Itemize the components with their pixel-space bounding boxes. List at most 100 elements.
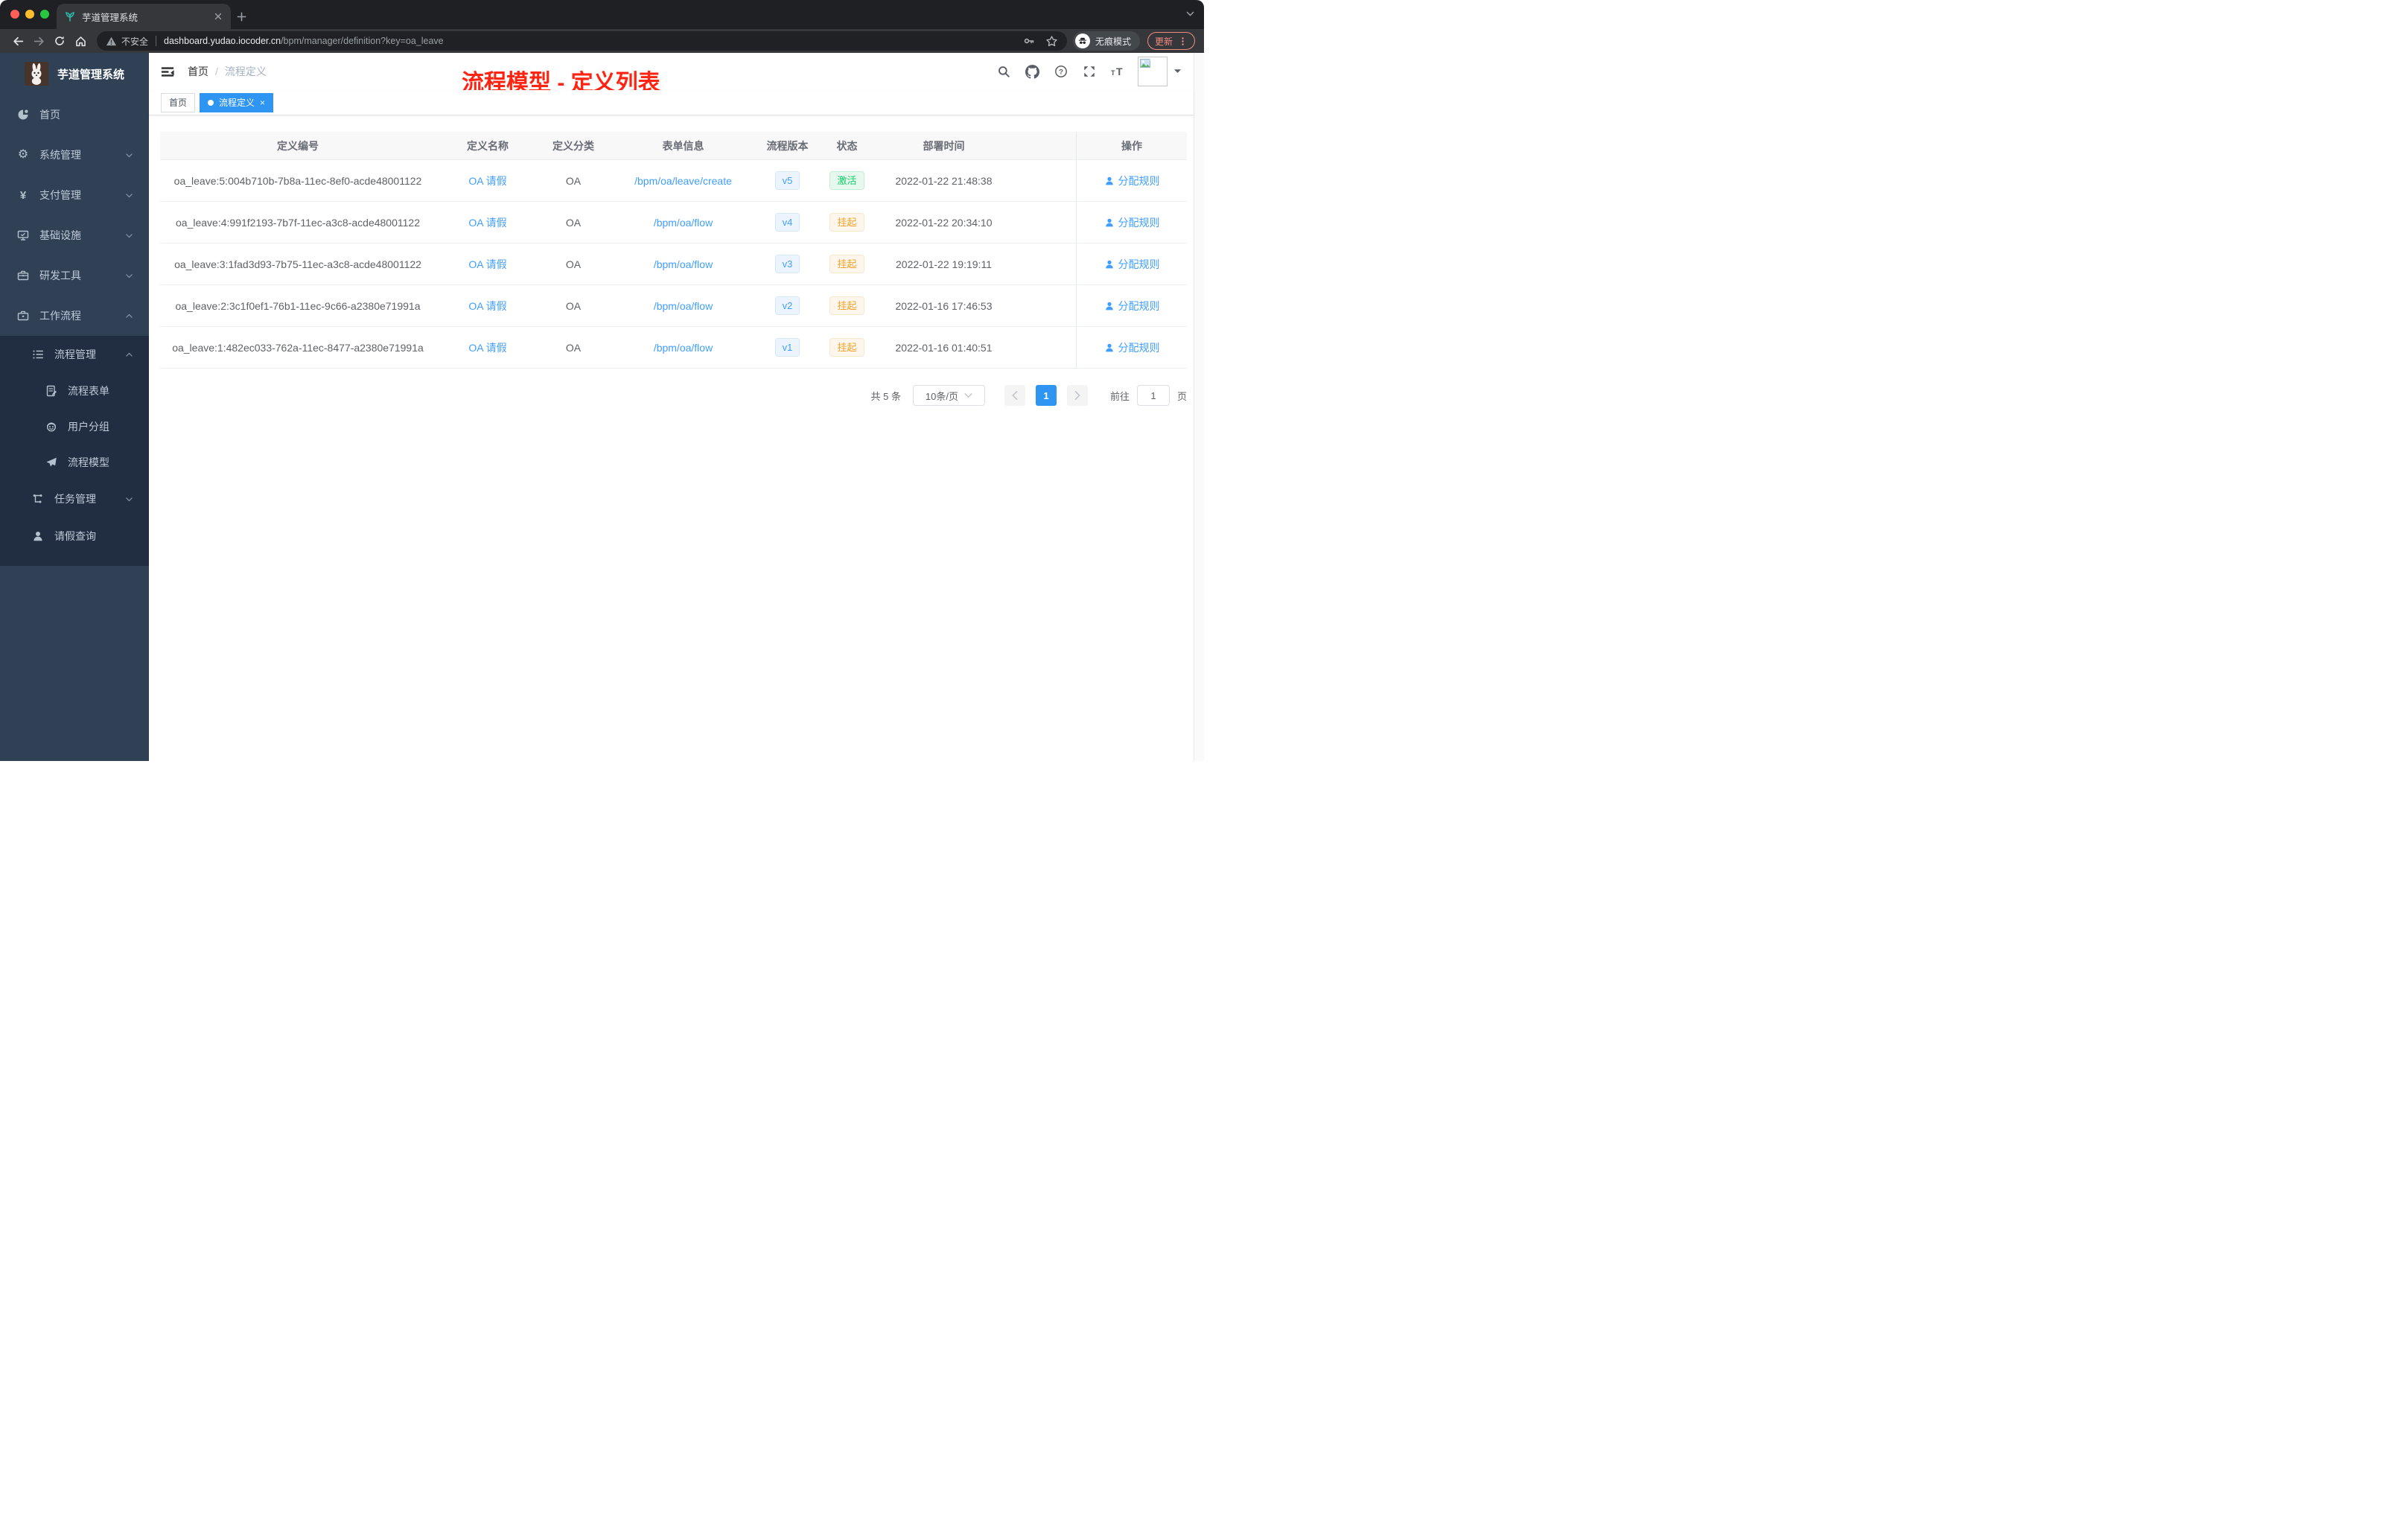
yen-icon: ¥ [19, 188, 27, 202]
sidebar-item-系统管理[interactable]: ⚙ 系统管理 [0, 135, 149, 175]
user-icon [1104, 217, 1115, 228]
browser-tab[interactable]: 芋道管理系统 [57, 4, 231, 29]
tag-首页[interactable]: 首页 [161, 92, 196, 112]
breadcrumb-separator: / [215, 66, 218, 77]
help-icon[interactable]: ? [1054, 65, 1068, 78]
dashboard-icon [16, 109, 30, 121]
definition-id: oa_leave:5:004b710b-7b8a-11ec-8ef0-acde4… [173, 174, 422, 187]
sidebar-item-label: 工作流程 [39, 310, 81, 322]
sidebar-item-用户分组[interactable]: 用户分组 [0, 409, 149, 445]
column-header-状态: 状态 [836, 139, 858, 152]
assign-rule-label: 分配规则 [1118, 216, 1160, 229]
chevron-down-icon [124, 231, 134, 241]
definition-name-link[interactable]: OA 请假 [468, 215, 506, 230]
bookmark-star-icon[interactable] [1045, 35, 1058, 48]
new-tab-button[interactable] [231, 4, 252, 29]
key-icon[interactable] [1023, 35, 1035, 47]
form-info-link[interactable]: /bpm/oa/flow [654, 300, 713, 312]
close-tab-icon[interactable] [213, 11, 223, 22]
definition-name-link[interactable]: OA 请假 [468, 340, 506, 355]
tab-search-chevron-icon[interactable] [1185, 9, 1195, 19]
form-info-link[interactable]: /bpm/oa/leave/create [634, 175, 732, 187]
github-icon[interactable] [1025, 64, 1039, 79]
status-badge: 挂起 [829, 338, 864, 357]
app-title: 芋道管理系统 [57, 68, 125, 81]
sidebar-item-请假查询[interactable]: 请假查询 [0, 518, 149, 555]
browser-menu-icon[interactable] [1178, 36, 1188, 46]
minimize-window-button[interactable] [25, 10, 34, 19]
page-1-button[interactable]: 1 [1035, 385, 1057, 406]
close-icon[interactable]: × [260, 98, 265, 107]
warning-triangle-icon[interactable] [106, 36, 117, 47]
incognito-label: 无痕模式 [1095, 36, 1131, 47]
search-icon[interactable] [997, 65, 1010, 78]
definition-name-link[interactable]: OA 请假 [468, 257, 506, 272]
address-bar[interactable]: 不安全 dashboard.yudao.iocoder.cn /bpm/mana… [97, 31, 1067, 51]
reload-icon[interactable] [49, 31, 70, 51]
url-domain: dashboard.yudao.iocoder.cn [164, 36, 281, 46]
page-size-select[interactable]: 10条/页 [912, 385, 985, 406]
forward-icon[interactable] [28, 31, 49, 51]
sidebar-item-流程模型[interactable]: 流程模型 [0, 445, 149, 480]
avatar-caret-icon[interactable] [1173, 69, 1182, 74]
back-icon[interactable] [7, 31, 28, 51]
sidebar-item-基础设施[interactable]: 基础设施 [0, 215, 149, 255]
breadcrumb-home[interactable]: 首页 [188, 64, 208, 79]
sidebar-logo[interactable]: 芋道管理系统 [0, 53, 149, 95]
home-icon[interactable] [70, 31, 91, 51]
sidebar-item-label: 请假查询 [54, 530, 96, 542]
assign-rule-button[interactable]: 分配规则 [1104, 299, 1160, 313]
font-size-icon[interactable]: TT [1111, 65, 1126, 78]
svg-text:T: T [1116, 66, 1123, 77]
avatar[interactable] [1138, 57, 1168, 86]
assign-rule-label: 分配规则 [1118, 341, 1160, 354]
browser-navbar: 不安全 dashboard.yudao.iocoder.cn /bpm/mana… [0, 29, 1204, 53]
goto-page-input[interactable] [1136, 385, 1170, 406]
collapse-sidebar-icon[interactable] [161, 64, 176, 79]
assign-rule-button[interactable]: 分配规则 [1104, 215, 1160, 230]
column-header-定义编号: 定义编号 [277, 139, 319, 152]
pagination: 共 5 条 10条/页 1 前往 页 [160, 385, 1187, 406]
sidebar-item-支付管理[interactable]: ¥ 支付管理 [0, 175, 149, 215]
table-row: oa_leave:2:3c1f0ef1-76b1-11ec-9c66-a2380… [160, 285, 1187, 327]
next-page-button[interactable] [1066, 385, 1088, 406]
sidebar-item-任务管理[interactable]: 任务管理 [0, 480, 149, 518]
browser-window: 芋道管理系统 不安全 dashboard.yudao.iocoder.cn /b… [0, 0, 1204, 761]
briefcase-icon [16, 310, 30, 322]
sidebar-item-首页[interactable]: 首页 [0, 95, 149, 135]
column-header-部署时间: 部署时间 [923, 139, 965, 152]
definition-name-link[interactable]: OA 请假 [468, 299, 506, 313]
sidebar-item-工作流程[interactable]: 工作流程 [0, 296, 149, 336]
column-header-定义分类: 定义分类 [552, 139, 594, 152]
sidebar-item-流程表单[interactable]: 流程表单 [0, 373, 149, 409]
form-info-link[interactable]: /bpm/oa/flow [654, 258, 713, 270]
definition-table: 定义编号 定义名称 定义分类 表单信息 流程版本 状态 部署时间 操作 oa_leave:5:… [160, 132, 1187, 369]
prev-page-button[interactable] [1004, 385, 1025, 406]
status-badge: 激活 [829, 171, 864, 190]
tag-流程定义[interactable]: 流程定义 × [200, 92, 274, 112]
definition-category: OA [565, 174, 582, 187]
definition-category: OA [565, 299, 582, 312]
definition-name-link[interactable]: OA 请假 [468, 173, 506, 188]
security-label[interactable]: 不安全 [121, 35, 148, 48]
assign-rule-button[interactable]: 分配规则 [1104, 257, 1160, 272]
incognito-icon [1074, 34, 1090, 48]
user-icon [1104, 343, 1115, 353]
user-icon [31, 530, 45, 542]
fullscreen-icon[interactable] [1083, 65, 1096, 78]
sidebar-item-label: 支付管理 [39, 189, 81, 201]
definition-category: OA [565, 341, 582, 354]
assign-rule-label: 分配规则 [1118, 258, 1160, 270]
assign-rule-button[interactable]: 分配规则 [1104, 340, 1160, 355]
assign-rule-button[interactable]: 分配规则 [1104, 173, 1160, 188]
browser-tabstrip: 芋道管理系统 [0, 0, 1204, 29]
update-button[interactable]: 更新 [1147, 32, 1195, 50]
close-window-button[interactable] [10, 10, 19, 19]
form-info-link[interactable]: /bpm/oa/flow [654, 217, 713, 229]
sidebar-item-研发工具[interactable]: 研发工具 [0, 255, 149, 296]
scrollbar-gutter[interactable] [1194, 53, 1204, 761]
sidebar-item-流程管理[interactable]: 流程管理 [0, 336, 149, 373]
form-info-link[interactable]: /bpm/oa/flow [654, 342, 713, 354]
zoom-window-button[interactable] [40, 10, 49, 19]
page-content: 定义编号 定义名称 定义分类 表单信息 流程版本 状态 部署时间 操作 oa_leave:5:… [149, 115, 1194, 761]
